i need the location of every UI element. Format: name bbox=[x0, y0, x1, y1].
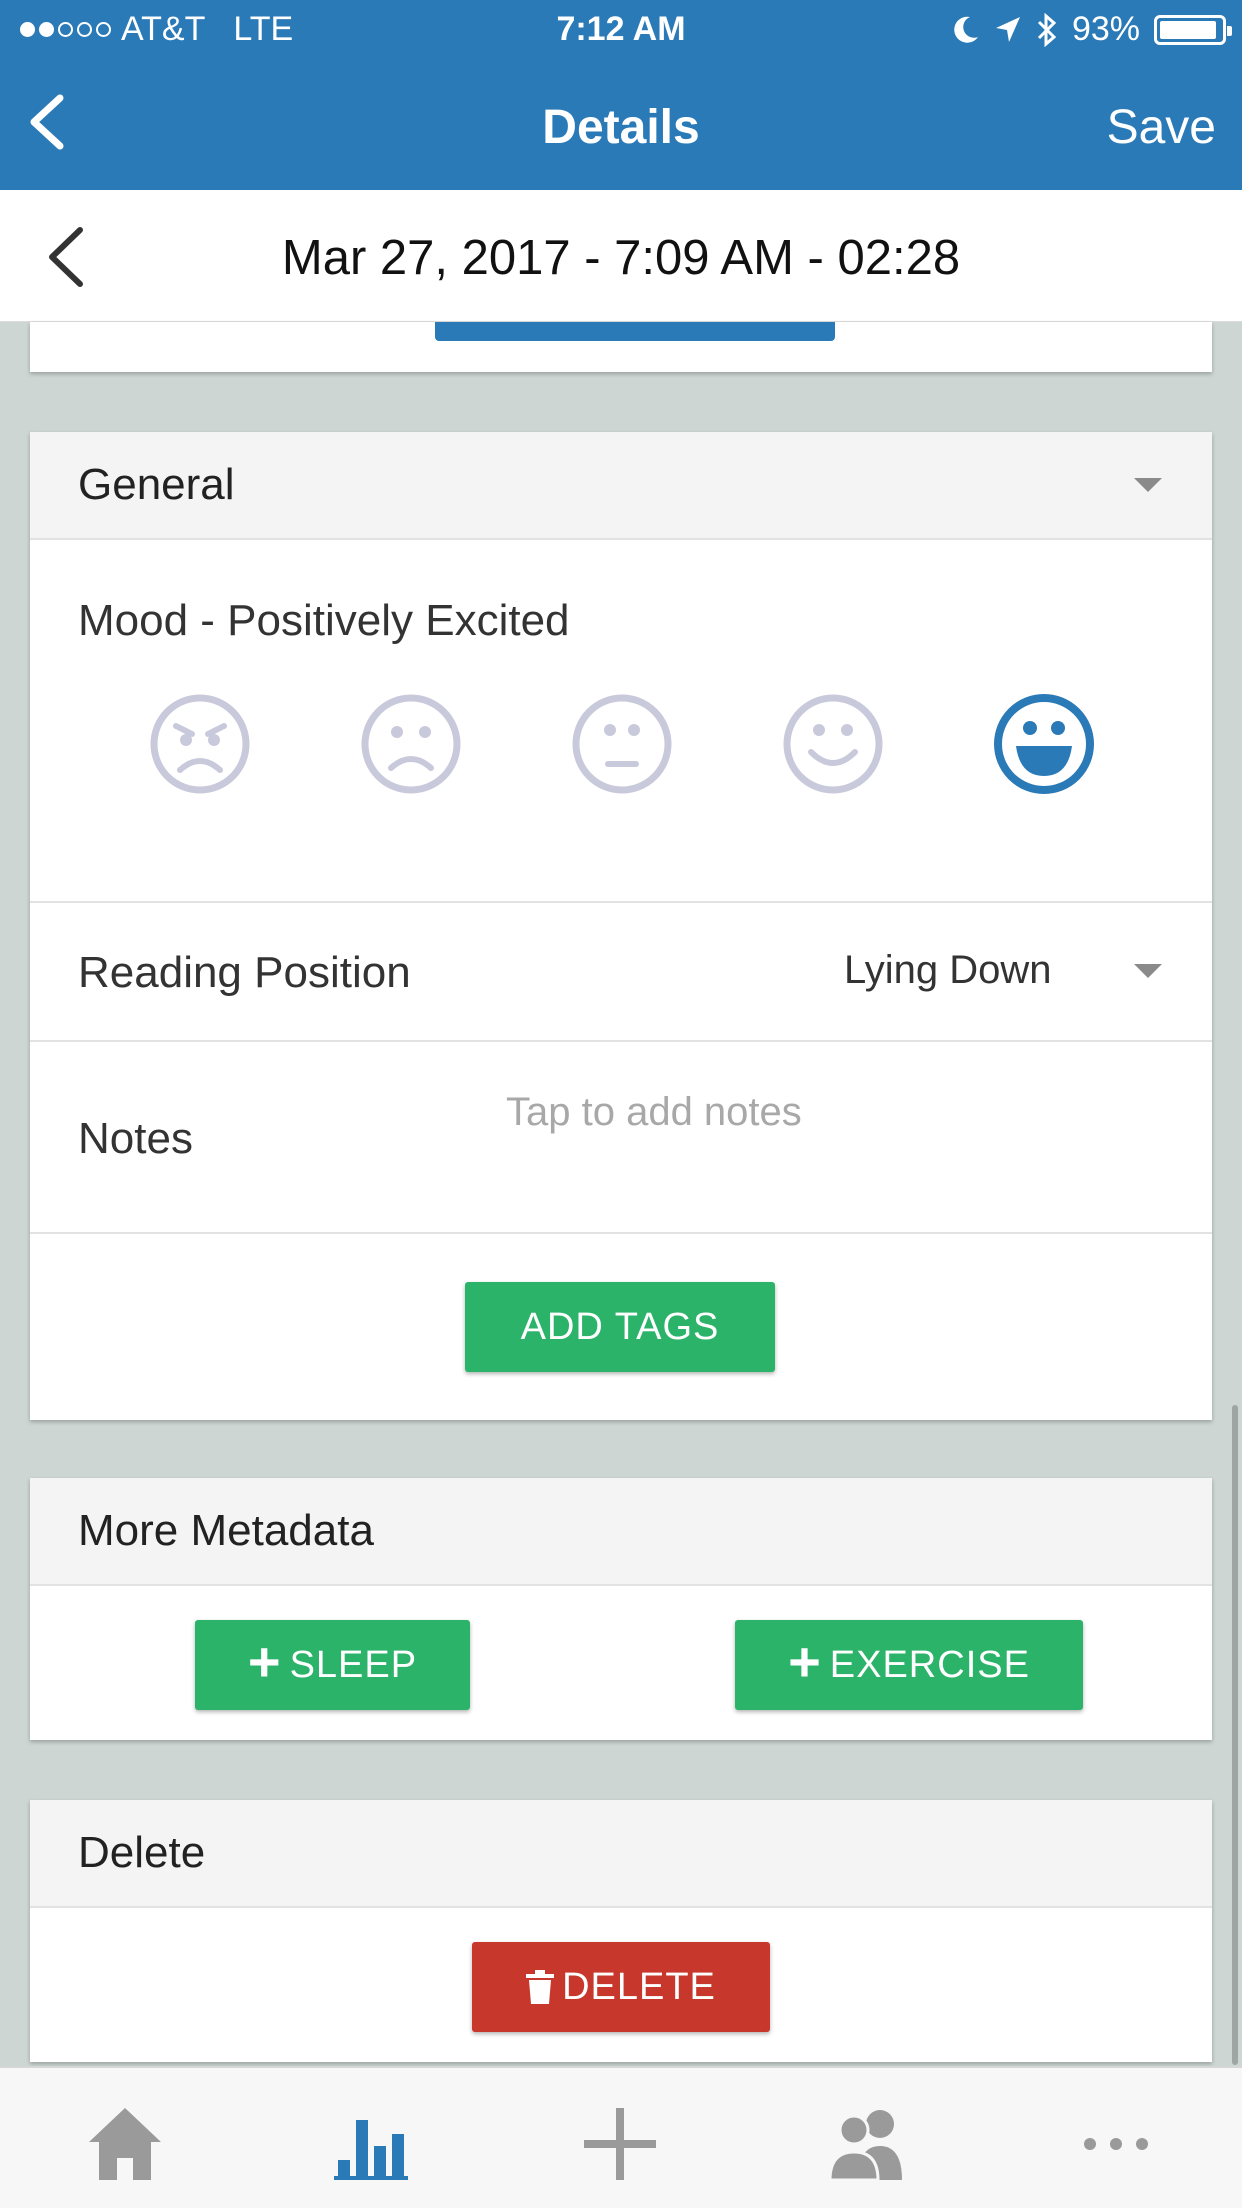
bluetooth-icon bbox=[1037, 12, 1057, 47]
delete-header: Delete bbox=[30, 1800, 1212, 1908]
session-date: Mar 27, 2017 - 7:09 AM - 02:28 bbox=[281, 231, 961, 285]
sad-face-icon[interactable] bbox=[359, 692, 463, 796]
plus-icon: + bbox=[788, 1630, 822, 1693]
reading-position-label: Reading Position bbox=[78, 948, 411, 997]
add-exercise-button[interactable]: + EXERCISE bbox=[735, 1620, 1083, 1710]
status-bar: AT&T LTE 7:12 AM 93% bbox=[0, 0, 1242, 60]
nav-bar: Details Save bbox=[0, 60, 1242, 190]
tab-bar bbox=[0, 2066, 1242, 2208]
delete-title: Delete bbox=[78, 1828, 206, 1877]
top-blue-button[interactable] bbox=[435, 322, 835, 341]
page-title: Details bbox=[542, 101, 700, 154]
smile-face-icon[interactable] bbox=[781, 692, 885, 796]
plus-icon: + bbox=[247, 1630, 282, 1693]
battery-percent: 93% bbox=[1071, 10, 1140, 48]
status-right: 93% bbox=[952, 10, 1232, 49]
battery-icon bbox=[1154, 14, 1232, 45]
angry-face-icon[interactable] bbox=[148, 692, 252, 796]
collapse-caret-icon[interactable] bbox=[1134, 478, 1162, 492]
add-tags-button[interactable]: ADD TAGS bbox=[465, 1282, 775, 1372]
scrollbar[interactable] bbox=[1232, 1405, 1238, 2065]
divider bbox=[30, 1232, 1212, 1234]
general-header[interactable]: General bbox=[30, 432, 1212, 540]
friends-icon[interactable] bbox=[818, 2106, 918, 2182]
delete-card: Delete DELETE bbox=[30, 1800, 1212, 2062]
notes-input[interactable]: Tap to add notes bbox=[506, 1090, 802, 1135]
notes-label: Notes bbox=[78, 1114, 193, 1163]
date-bar: Mar 27, 2017 - 7:09 AM - 02:28 bbox=[0, 190, 1242, 322]
mood-selector bbox=[30, 692, 1212, 802]
trash-icon bbox=[526, 1970, 555, 2004]
neutral-face-icon[interactable] bbox=[570, 692, 674, 796]
sleep-label: SLEEP bbox=[289, 1643, 418, 1686]
exercise-label: EXERCISE bbox=[829, 1643, 1030, 1686]
add-sleep-button[interactable]: + SLEEP bbox=[195, 1620, 470, 1710]
location-arrow-icon bbox=[995, 16, 1020, 42]
delete-label: DELETE bbox=[562, 1965, 716, 2008]
metadata-header: More Metadata bbox=[30, 1478, 1212, 1586]
divider bbox=[30, 901, 1212, 903]
top-card bbox=[30, 322, 1212, 372]
general-title: General bbox=[78, 460, 235, 509]
plus-icon[interactable] bbox=[570, 2106, 670, 2182]
divider bbox=[30, 1040, 1212, 1042]
dropdown-caret-icon[interactable] bbox=[1134, 964, 1162, 978]
moon-icon bbox=[954, 16, 978, 43]
home-icon[interactable] bbox=[75, 2106, 175, 2182]
general-card: General Mood - Positively Excited Readin… bbox=[30, 432, 1212, 1420]
more-icon[interactable] bbox=[1066, 2106, 1166, 2182]
save-button[interactable]: Save bbox=[1107, 100, 1216, 155]
metadata-title: More Metadata bbox=[78, 1506, 374, 1555]
mood-label: Mood - Positively Excited bbox=[78, 596, 570, 645]
add-tags-label: ADD TAGS bbox=[520, 1305, 720, 1348]
excited-face-icon[interactable] bbox=[992, 692, 1096, 796]
reading-position-select[interactable]: Lying Down bbox=[844, 948, 1052, 993]
more-metadata-card: More Metadata + SLEEP + EXERCISE bbox=[30, 1478, 1212, 1740]
delete-button[interactable]: DELETE bbox=[472, 1942, 770, 2032]
bar-chart-icon[interactable] bbox=[322, 2106, 422, 2182]
